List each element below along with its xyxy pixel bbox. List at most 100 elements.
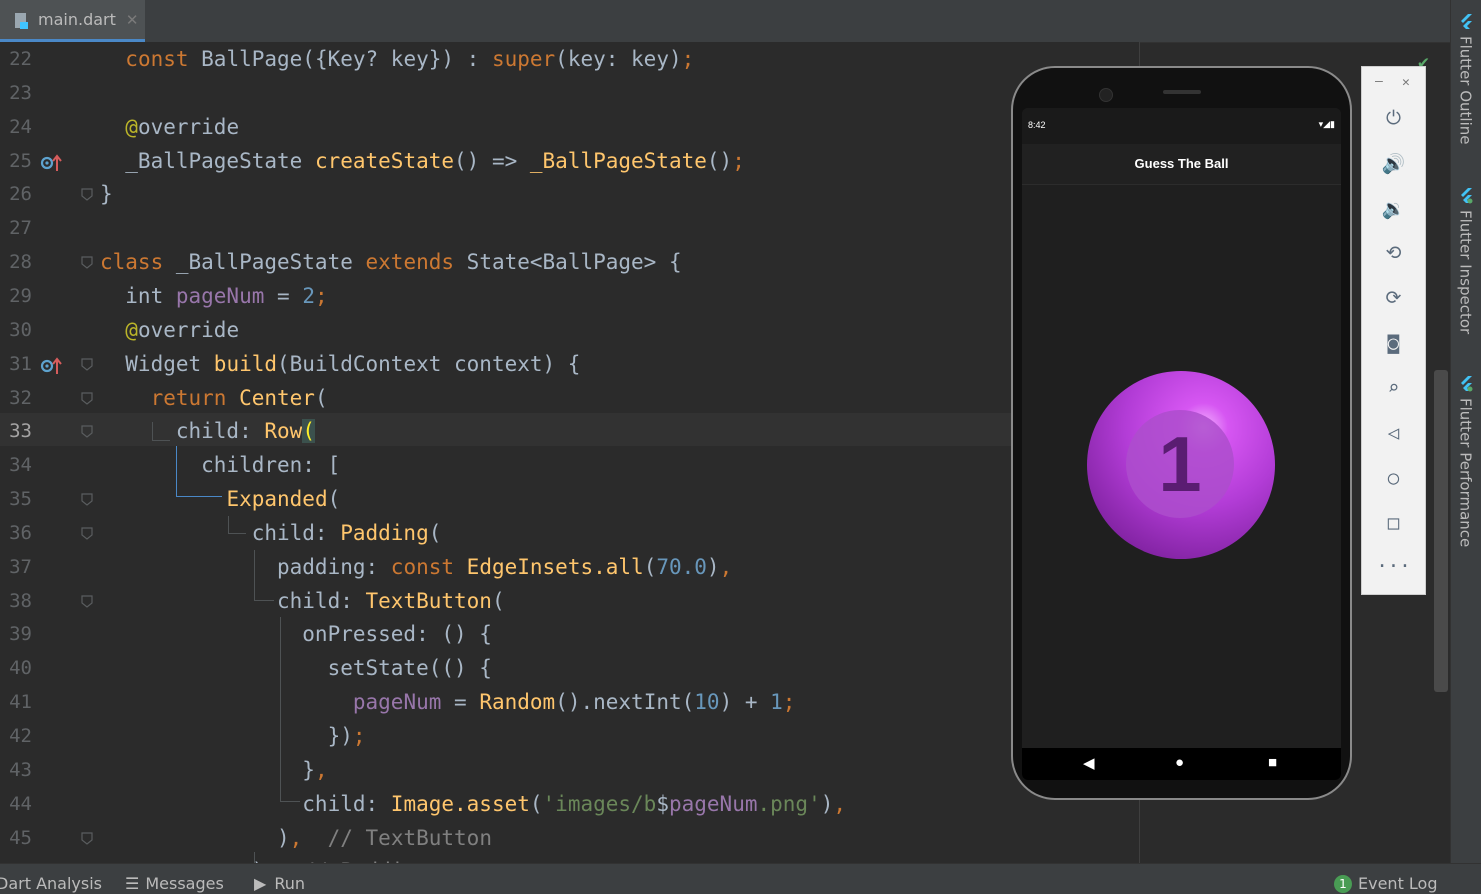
line-number: 37 [9, 555, 32, 578]
code-line[interactable]: 28 class _BallPageState extends State<Bal… [0, 246, 1140, 280]
code-line[interactable]: 32 return Center( [0, 382, 1140, 416]
ball-image[interactable]: 1 [1087, 371, 1275, 559]
code-line[interactable]: 44 child: Image.asset('images/b$pageNum.… [0, 788, 1140, 822]
code-line[interactable]: 24 @override [0, 111, 1140, 145]
tool-tab-flutter-inspector[interactable]: Flutter Inspector [1450, 188, 1481, 334]
code-line[interactable]: 30 @override [0, 314, 1140, 348]
home-icon[interactable]: ○ [1362, 467, 1425, 489]
more-icon[interactable]: ··· [1362, 555, 1425, 577]
indent-guide-active [176, 446, 177, 496]
code-text: } [100, 182, 113, 207]
code-line[interactable]: 23 [0, 77, 1140, 111]
fold-icon[interactable] [81, 256, 93, 269]
rotate-right-icon[interactable]: ⟳ [1362, 287, 1425, 309]
code-text: child: Row( [100, 419, 315, 444]
tool-tab-flutter-outline[interactable]: Flutter Outline [1450, 14, 1481, 145]
code-text: const BallPage({Key? key}) : super(key: … [125, 47, 695, 71]
code-line[interactable]: 35 Expanded( [0, 483, 1140, 517]
code-line[interactable]: 29 int pageNum = 2; [0, 280, 1140, 314]
screenshot-icon[interactable]: ◙ [1362, 332, 1425, 354]
fold-icon[interactable] [81, 188, 93, 202]
line-number: 36 [9, 521, 32, 544]
override-marker-icon[interactable] [40, 153, 62, 172]
zoom-icon[interactable]: ⌕ [1362, 377, 1425, 399]
indent-guide [254, 600, 274, 601]
back-icon[interactable]: ◁ [1362, 422, 1425, 444]
code-line[interactable]: 27 [0, 212, 1140, 246]
code-line[interactable]: 33 child: Row( [0, 415, 1140, 449]
code-line[interactable]: 36 child: Padding( [0, 517, 1140, 551]
volume-down-icon[interactable]: 🔉 [1362, 197, 1425, 220]
code-line[interactable]: 22 const BallPage({Key? key}) : super(ke… [0, 43, 1140, 77]
tab-close-icon[interactable]: ✕ [126, 11, 139, 29]
event-log-label: Event Log [1358, 874, 1438, 893]
line-number: 35 [9, 488, 32, 511]
nav-recents-icon[interactable]: ■ [1268, 754, 1277, 771]
code-line[interactable]: 45 ), // TextButton [0, 822, 1140, 856]
emulator-close-button[interactable]: ✕ [1402, 75, 1410, 90]
nav-home-icon[interactable]: ● [1175, 754, 1184, 771]
tab-label: main.dart [38, 10, 116, 29]
ball-number: 1 [1126, 410, 1234, 518]
code-line[interactable]: 38 child: TextButton( [0, 585, 1140, 619]
messages-icon: ☰ [125, 874, 140, 893]
override-marker-icon[interactable] [40, 357, 62, 375]
signal-battery-icon: ▾◢▮ [1318, 119, 1335, 129]
code-line[interactable]: 40 setState(() { [0, 652, 1140, 686]
code-line[interactable]: 42 }); [0, 720, 1140, 754]
fold-icon[interactable] [81, 594, 93, 608]
code-line[interactable]: 34 children: [ [0, 449, 1140, 483]
line-number: 27 [9, 217, 32, 240]
fold-icon[interactable] [81, 527, 93, 540]
code-line[interactable]: 41 pageNum = Random().nextInt(10) + 1; [0, 686, 1140, 720]
app-bar-title: Guess The Ball [1022, 144, 1341, 185]
code-text: @override [125, 114, 240, 139]
emulator-minimize-button[interactable]: – [1375, 74, 1383, 89]
line-number: 45 [9, 826, 32, 849]
code-line[interactable]: 46 ), // Padding [0, 855, 1140, 863]
editor-scrollbar[interactable] [1434, 370, 1448, 692]
fold-icon[interactable] [81, 358, 93, 371]
fold-icon[interactable] [81, 425, 93, 439]
code-line[interactable]: 26} [0, 178, 1140, 212]
fold-icon[interactable] [81, 831, 93, 845]
fold-icon[interactable] [81, 493, 93, 506]
tab-main-dart[interactable]: main.dart ✕ [0, 0, 145, 42]
editor-tab-bar: main.dart ✕ [0, 0, 1450, 43]
dart-analysis-tab[interactable]: Dart Analysis [0, 874, 102, 893]
nav-back-icon[interactable]: ◀ [1083, 754, 1095, 772]
line-number: 38 [9, 589, 32, 612]
event-count-badge: 1 [1334, 874, 1352, 893]
code-editor[interactable]: 22 const BallPage({Key? key}) : super(ke… [0, 42, 1140, 863]
code-line[interactable]: 39 onPressed: () { [0, 618, 1140, 652]
power-icon[interactable]: ⏻ [1362, 107, 1425, 129]
line-number: 25 [9, 149, 32, 172]
code-text: _BallPageState createState() => _BallPag… [100, 148, 745, 173]
code-text: ), // Padding [100, 855, 429, 863]
tool-tab-label: Flutter Performance [1456, 398, 1475, 548]
emulator-screen[interactable]: 8:42 ▾◢▮ Guess The Ball 1 ◀ ● ■ [1022, 108, 1341, 780]
line-number: 26 [9, 183, 32, 206]
line-number: 31 [9, 352, 32, 375]
speaker-grille [1163, 90, 1201, 94]
code-line[interactable]: 25 _BallPageState createState() => _Ball… [0, 145, 1140, 179]
messages-tab[interactable]: ☰ Messages [125, 874, 224, 893]
indent-guide [152, 422, 153, 440]
volume-up-icon[interactable]: 🔊 [1362, 152, 1425, 175]
event-log-tab[interactable]: 1 Event Log [1334, 874, 1438, 893]
rotate-left-icon[interactable]: ⟲ [1362, 242, 1425, 264]
code-line[interactable]: 43 }, [0, 754, 1140, 788]
status-time: 8:42 [1028, 120, 1046, 130]
line-number: 44 [9, 792, 32, 815]
run-tab[interactable]: ▶ Run [254, 874, 305, 893]
code-line[interactable]: 31 Widget build(BuildContext context) { [0, 348, 1140, 382]
overview-icon[interactable]: □ [1362, 512, 1425, 534]
line-number: 41 [9, 691, 32, 714]
fold-icon[interactable] [81, 391, 93, 405]
messages-label: Messages [145, 874, 224, 893]
run-label: Run [274, 874, 305, 893]
code-text: children: [ [100, 453, 341, 478]
code-text: child: Image.asset('images/b$pageNum.png… [100, 791, 847, 816]
code-line[interactable]: 37 padding: const EdgeInsets.all(70.0), [0, 551, 1140, 585]
tool-tab-flutter-performance[interactable]: Flutter Performance [1450, 376, 1481, 547]
